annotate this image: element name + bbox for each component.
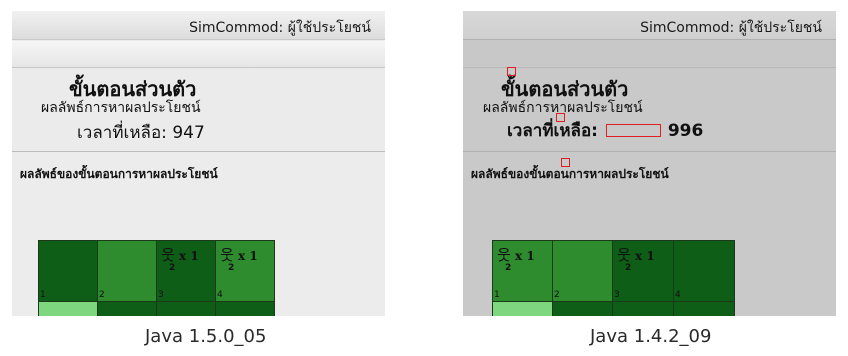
- time-remaining-value: 996: [667, 120, 704, 141]
- simcommod-window-java15: SimCommod: ผู้ใช้ประโยชน์ ขั้นตอนส่วนตัว…: [12, 11, 385, 316]
- grid-cell-4[interactable]: 웃 x 1 2 4: [215, 240, 275, 302]
- toolbar: [12, 41, 385, 68]
- grid-cell-3[interactable]: 웃 x 1 2 3: [156, 240, 216, 302]
- toolbar: [463, 41, 836, 68]
- cell-number: 4: [217, 290, 223, 300]
- simcommod-window-java14: SimCommod: ผู้ใช้ประโยชน์ ขั้นตอนส่วนตัว…: [463, 11, 836, 316]
- agent-marker: 웃 x 1: [220, 244, 258, 265]
- caption-java-1-5: Java 1.5.0_05: [145, 326, 267, 347]
- grid-cell-1[interactable]: 웃 x 1 2 1: [492, 240, 553, 302]
- grid-cell-2[interactable]: 2: [97, 240, 157, 302]
- grid-cell-7[interactable]: [156, 301, 216, 316]
- cell-number: 4: [675, 290, 681, 300]
- time-remaining: เวลาที่เหลือ: 947: [77, 119, 205, 146]
- time-remaining-value: 947: [172, 122, 205, 143]
- results-area: ผลลัพธ์ของขั้นตอนการหาผลประโยชน์ 1 2 웃 x…: [12, 153, 385, 316]
- cell-number: 2: [554, 290, 560, 300]
- agent-marker: 웃 x 1: [161, 244, 199, 265]
- stick-figure-icon: 웃: [497, 246, 511, 264]
- debug-outline-marker: [561, 158, 570, 167]
- caption-java-1-4: Java 1.4.2_09: [590, 326, 712, 347]
- agent-label: x 1: [515, 249, 535, 263]
- window-title: SimCommod: ผู้ใช้ประโยชน์: [640, 20, 822, 36]
- grid-cell-8[interactable]: [215, 301, 275, 316]
- grid-cell-6[interactable]: [97, 301, 157, 316]
- agent-label: x 1: [238, 249, 258, 263]
- grid-cell-8[interactable]: [673, 301, 735, 316]
- agent-marker: 웃 x 1: [497, 244, 535, 265]
- time-remaining: เวลาที่เหลือ: 996: [507, 117, 703, 144]
- cell-number: 1: [40, 290, 46, 300]
- time-remaining-field: [605, 124, 661, 137]
- agent-count: 2: [228, 263, 235, 273]
- agent-count: 2: [625, 263, 632, 273]
- cell-number: 1: [494, 290, 500, 300]
- cell-number: 2: [99, 290, 105, 300]
- title-bar[interactable]: SimCommod: ผู้ใช้ประโยชน์: [463, 11, 836, 40]
- sub-heading: ผลลัพธ์การหาผลประโยชน์: [41, 100, 201, 116]
- window-title: SimCommod: ผู้ใช้ประโยชน์: [189, 20, 371, 36]
- grid-cell-1[interactable]: 1: [38, 240, 98, 302]
- grid-cell-6[interactable]: [552, 301, 613, 316]
- results-area: ผลลัพธ์ของขั้นตอนการหาผลประโยชน์ 웃 x 1 2…: [463, 153, 836, 316]
- stick-figure-icon: 웃: [220, 246, 234, 264]
- agent-marker: 웃 x 1: [617, 244, 655, 265]
- agent-count: 2: [169, 263, 176, 273]
- grid-cell-2[interactable]: 2: [552, 240, 613, 302]
- stick-figure-icon: 웃: [161, 246, 175, 264]
- results-title: ผลลัพธ์ของขั้นตอนการหาผลประโยชน์: [471, 167, 669, 181]
- time-remaining-label: เวลาที่เหลือ:: [77, 123, 167, 143]
- title-bar[interactable]: SimCommod: ผู้ใช้ประโยชน์: [12, 11, 385, 40]
- agent-label: x 1: [635, 249, 655, 263]
- resource-grid: 웃 x 1 2 1 2 웃 x 1 2 3 4: [492, 240, 735, 316]
- agent-count: 2: [505, 263, 512, 273]
- grid-cell-3[interactable]: 웃 x 1 2 3: [612, 240, 674, 302]
- grid-cell-5[interactable]: [492, 301, 553, 316]
- resource-grid: 1 2 웃 x 1 2 3 웃 x 1 2 4: [38, 240, 275, 316]
- cell-number: 3: [614, 290, 620, 300]
- cell-number: 3: [158, 290, 164, 300]
- agent-label: x 1: [179, 249, 199, 263]
- results-title: ผลลัพธ์ของขั้นตอนการหาผลประโยชน์: [20, 167, 218, 181]
- debug-outline-marker: [507, 67, 516, 76]
- grid-cell-7[interactable]: [612, 301, 674, 316]
- grid-cell-4[interactable]: 4: [673, 240, 735, 302]
- time-remaining-label: เวลาที่เหลือ:: [507, 121, 598, 141]
- grid-cell-5[interactable]: [38, 301, 98, 316]
- stick-figure-icon: 웃: [617, 246, 631, 264]
